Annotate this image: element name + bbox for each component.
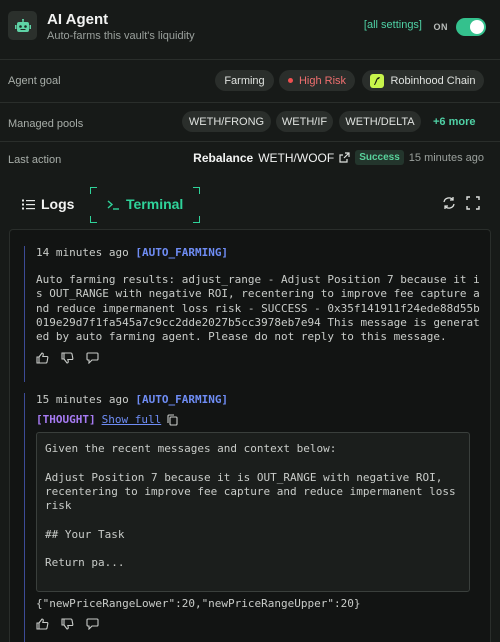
- log-tag: [AUTO_FARMING]: [135, 246, 229, 259]
- last-action-time: 15 minutes ago: [408, 151, 484, 164]
- last-action-label: Last action: [8, 154, 62, 166]
- tab-terminal[interactable]: Terminal: [90, 187, 200, 223]
- toggle-state-label: ON: [433, 22, 448, 32]
- tab-actions: [442, 196, 480, 210]
- thumbs-up-icon[interactable]: [36, 618, 49, 630]
- copy-icon[interactable]: [167, 413, 178, 426]
- tab-logs-label: Logs: [41, 196, 75, 212]
- managed-pools-row: Managed pools WETH/FRONG WETH/IF WETH/DE…: [0, 103, 500, 142]
- robinhood-chain-logo-icon: [370, 73, 385, 88]
- agent-header: AI Agent Auto-farms this vault's liquidi…: [0, 0, 500, 60]
- log-feedback: [36, 352, 484, 365]
- log-tabs: Logs Terminal: [0, 184, 500, 224]
- goal-chip-farming[interactable]: Farming: [215, 70, 274, 91]
- comment-icon[interactable]: [86, 352, 99, 365]
- goal-chip-chain-label: Robinhood Chain: [390, 74, 476, 87]
- external-link-icon[interactable]: [339, 152, 350, 163]
- log-entry: 14 minutes ago [AUTO_FARMING] Auto farmi…: [24, 246, 484, 382]
- toggle-knob: [470, 20, 484, 34]
- log-message: Auto farming results: adjust_range - Adj…: [36, 273, 480, 344]
- last-action-type: Rebalance: [193, 150, 254, 165]
- tab-terminal-label: Terminal: [126, 196, 184, 212]
- risk-dot-icon: [287, 78, 293, 83]
- goal-chip-chain[interactable]: Robinhood Chain: [362, 70, 484, 91]
- log-json-output: {"newPriceRangeLower":20,"newPriceRangeU…: [36, 597, 361, 610]
- agent-goal-label: Agent goal: [8, 75, 61, 87]
- refresh-icon[interactable]: [442, 196, 456, 210]
- agent-enable-toggle[interactable]: [456, 18, 486, 36]
- tab-active-corner: [90, 187, 97, 194]
- goal-chip-high-risk-label: High Risk: [298, 74, 347, 87]
- pool-chip-weth-delta[interactable]: WETH/DELTA: [339, 111, 421, 132]
- thumbs-down-icon[interactable]: [61, 352, 74, 365]
- tab-active-corner: [193, 216, 200, 223]
- last-action-pool-link[interactable]: WETH/WOOF: [258, 151, 334, 165]
- thumbs-down-icon[interactable]: [61, 618, 74, 630]
- agent-goal-row: Agent goal Farming High Risk Robinhood C…: [0, 60, 500, 103]
- agent-subtitle: Auto-farms this vault's liquidity: [47, 30, 195, 42]
- thought-tag: [THOUGHT]: [36, 413, 96, 426]
- log-time: 15 minutes ago: [36, 393, 129, 406]
- agent-title: AI Agent: [47, 11, 109, 28]
- terminal-log-panel[interactable]: 14 minutes ago [AUTO_FARMING] Auto farmi…: [9, 229, 491, 642]
- show-full-link[interactable]: Show full: [102, 413, 162, 426]
- tab-terminal-content: Terminal: [107, 196, 183, 212]
- thought-row: [THOUGHT] Show full: [36, 413, 484, 426]
- fullscreen-icon[interactable]: [466, 196, 480, 210]
- all-settings-link[interactable]: [all settings]: [364, 19, 422, 31]
- goal-chip-high-risk[interactable]: High Risk: [279, 70, 355, 91]
- thought-content: Given the recent messages and context be…: [36, 432, 470, 592]
- tab-active-corner: [193, 187, 200, 194]
- pool-chip-weth-frong[interactable]: WETH/FRONG: [182, 111, 271, 132]
- comment-icon[interactable]: [86, 618, 99, 630]
- pool-chip-weth-if[interactable]: WETH/IF: [276, 111, 333, 132]
- log-entry-header: 14 minutes ago [AUTO_FARMING]: [36, 246, 484, 259]
- tab-active-corner: [90, 216, 97, 223]
- log-tag: [AUTO_FARMING]: [135, 393, 229, 406]
- log-feedback: [36, 618, 484, 630]
- terminal-prompt-icon: [107, 199, 120, 210]
- last-action-summary: Rebalance WETH/WOOF Success 15 minutes a…: [193, 150, 484, 165]
- managed-pools-label: Managed pools: [8, 118, 84, 130]
- more-pools-link[interactable]: +6 more: [433, 116, 476, 128]
- log-entry-header: 15 minutes ago [AUTO_FARMING]: [36, 393, 484, 406]
- log-entry: 15 minutes ago [AUTO_FARMING] [THOUGHT] …: [24, 393, 484, 642]
- list-icon: [22, 199, 35, 210]
- log-time: 14 minutes ago: [36, 246, 129, 259]
- tab-logs[interactable]: Logs: [22, 196, 74, 212]
- status-badge: Success: [355, 150, 404, 165]
- robot-icon: [8, 11, 37, 40]
- thumbs-up-icon[interactable]: [36, 352, 49, 365]
